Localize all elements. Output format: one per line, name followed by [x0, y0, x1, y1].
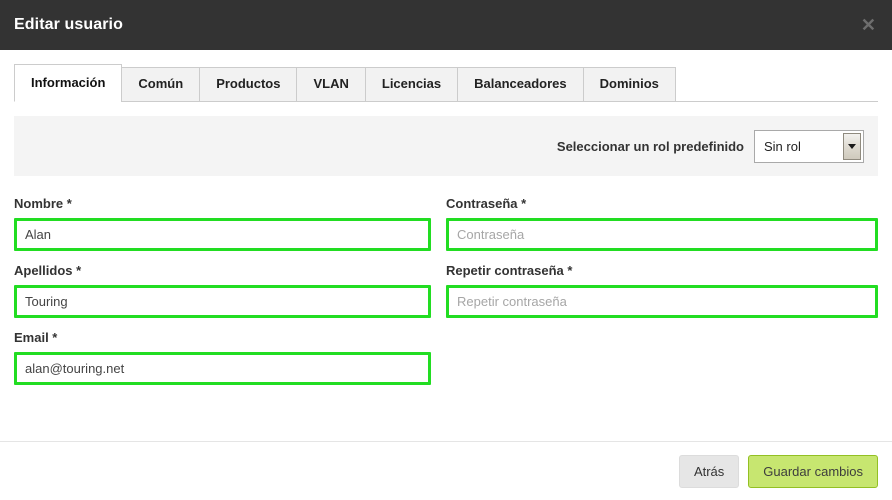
role-select[interactable]: Sin rol	[754, 129, 864, 163]
apellidos-input[interactable]	[14, 285, 431, 318]
modal-header: Editar usuario ✕	[0, 0, 892, 50]
role-select-value: Sin rol	[764, 138, 801, 154]
role-selector-panel: Seleccionar un rol predefinido Sin rol	[14, 116, 878, 176]
label-email: Email *	[14, 330, 58, 345]
tab-dominios[interactable]: Dominios	[582, 67, 676, 102]
chevron-down-icon[interactable]	[843, 132, 861, 160]
modal-body: Seleccionar un rol predefinido Sin rol N…	[0, 102, 892, 397]
role-select-label: Seleccionar un rol predefinido	[556, 138, 744, 154]
user-form: Nombre * Contraseña * Apellidos * Repeti…	[14, 196, 878, 397]
email-input[interactable]	[14, 352, 431, 385]
label-nombre: Nombre *	[14, 196, 72, 211]
field-repetir-contrasena: Repetir contraseña *	[446, 263, 878, 318]
field-apellidos: Apellidos *	[14, 263, 431, 318]
save-changes-button[interactable]: Guardar cambios	[748, 454, 878, 488]
tab-bar: Información Común Productos VLAN Licenci…	[0, 50, 892, 102]
form-spacer	[446, 330, 878, 397]
contrasena-input[interactable]	[446, 218, 878, 251]
label-apellidos: Apellidos *	[14, 263, 82, 278]
label-repetir-contrasena: Repetir contraseña *	[446, 263, 573, 278]
field-email: Email *	[14, 330, 431, 385]
nombre-input[interactable]	[14, 218, 431, 251]
back-button[interactable]: Atrás	[678, 454, 740, 488]
tab-balanceadores[interactable]: Balanceadores	[457, 67, 583, 102]
label-contrasena: Contraseña *	[446, 196, 527, 211]
field-nombre: Nombre *	[14, 196, 431, 251]
repetir-contrasena-input[interactable]	[446, 285, 878, 318]
field-contrasena: Contraseña *	[446, 196, 878, 251]
modal-footer: Atrás Guardar cambios	[0, 441, 892, 500]
tab-productos[interactable]: Productos	[199, 67, 297, 102]
tab-informacion[interactable]: Información	[14, 64, 123, 102]
close-icon[interactable]: ✕	[861, 16, 876, 34]
tab-licencias[interactable]: Licencias	[364, 67, 458, 102]
page-title: Editar usuario	[14, 16, 123, 33]
tab-vlan[interactable]: VLAN	[296, 67, 365, 102]
tab-comun[interactable]: Común	[121, 67, 200, 102]
